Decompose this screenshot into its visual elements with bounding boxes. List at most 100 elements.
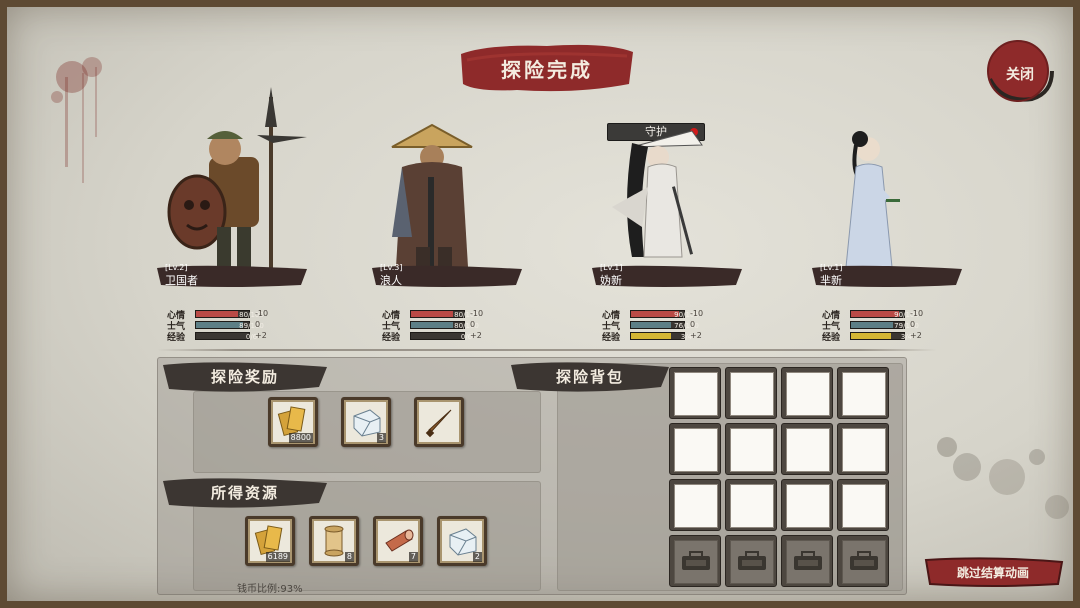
item-count: 3	[376, 433, 386, 443]
exp-bar: 0/6	[410, 332, 472, 341]
close-label: 关闭	[1006, 67, 1034, 83]
reward-item[interactable]: 8800	[268, 397, 318, 447]
stat-delta: +2	[690, 331, 702, 340]
resource-item[interactable]: 8	[309, 516, 359, 566]
swordswoman-figure	[607, 130, 717, 285]
bag-slot[interactable]	[669, 479, 721, 531]
stat-delta: 0	[470, 320, 476, 329]
bag-slot[interactable]	[669, 423, 721, 475]
stat-delta: 0	[255, 320, 261, 329]
locked-bag-slot[interactable]	[837, 535, 889, 587]
resource-item[interactable]: 2	[437, 516, 487, 566]
bag-slot[interactable]	[781, 423, 833, 475]
mood-bar: 90/100	[630, 310, 699, 319]
skip-label: 跳过结算动画	[956, 566, 1029, 580]
mood-stat: 心情 80/100 -10	[167, 309, 317, 321]
stat-delta: -10	[910, 309, 924, 318]
hero-name: 妫新	[600, 274, 622, 287]
stat-value: 0/6	[460, 333, 473, 341]
stat-delta: 0	[690, 320, 696, 329]
hero-card[interactable]: [Lv.1] 芈新 心情 90/100 -10 士气 79/100 0 经验 3…	[812, 87, 972, 347]
resources-title: 所得资源	[210, 484, 279, 502]
mood-bar: 80/100	[195, 310, 264, 319]
resource-item[interactable]: 7	[373, 516, 423, 566]
morale-stat: 士气 79/100 0	[822, 320, 972, 332]
morale-stat: 士气 76/100 0	[602, 320, 752, 332]
exp-bar: 3/4	[850, 332, 912, 341]
bag-slot[interactable]	[837, 479, 889, 531]
mood-bar: 80/100	[410, 310, 479, 319]
hero-nameplate: [Lv.1] 芈新	[812, 263, 962, 289]
hero-card[interactable]: [Lv.3] 浪人 心情 80/100 -10 士气 80/100 0 经验 0…	[372, 87, 532, 347]
stat-delta: -10	[690, 309, 704, 318]
bag-slot[interactable]	[725, 367, 777, 419]
resource-item[interactable]: 6189	[245, 516, 295, 566]
bag-slot[interactable]	[837, 423, 889, 475]
skip-animation-button[interactable]: 跳过结算动画	[922, 556, 1064, 588]
close-button[interactable]: 关闭	[982, 37, 1056, 107]
hero-name: 芈新	[820, 274, 842, 287]
stat-label: 经验	[602, 333, 621, 343]
bag-slot[interactable]	[781, 479, 833, 531]
item-count: 7	[408, 552, 418, 562]
stat-delta: 0	[910, 320, 916, 329]
coin-ratio: 钱币比例:93%	[237, 584, 303, 595]
locked-bag-slot[interactable]	[725, 535, 777, 587]
mood-stat: 心情 90/100 -10	[822, 309, 972, 321]
ronin-figure	[387, 123, 497, 285]
stat-value: 0/6	[245, 333, 258, 341]
lady-figure	[822, 131, 922, 285]
rewards-title: 探险奖励	[210, 368, 279, 386]
stat-value: 80/100	[239, 311, 264, 319]
stat-delta: -10	[255, 309, 269, 318]
stat-value: 80/100	[454, 322, 479, 330]
hero-card[interactable]: [Lv.1] 妫新 心情 90/100 -10 士气 76/100 0 经验 3…	[592, 87, 752, 347]
stat-value: 3/4	[680, 333, 693, 341]
stat-value: 90/100	[674, 311, 699, 319]
stat-delta: +2	[470, 331, 482, 340]
stat-delta: -10	[470, 309, 484, 318]
exp-stat: 经验 0/6 +2	[167, 331, 317, 343]
lock-icon	[738, 551, 766, 570]
hero-nameplate: [Lv.1] 妫新	[592, 263, 742, 289]
hero-name: 卫国者	[165, 274, 198, 287]
hero-level: [Lv.1]	[600, 263, 623, 272]
hero-nameplate: [Lv.2] 卫国者	[157, 263, 307, 289]
bag-title: 探险背包	[555, 368, 624, 386]
stat-delta: +2	[255, 331, 267, 340]
bag-heading: 探险背包	[507, 357, 673, 395]
page-title: 探险完成	[501, 58, 593, 82]
hero-level: [Lv.3]	[380, 263, 403, 272]
bag-slot[interactable]	[669, 367, 721, 419]
exp-stat: 经验 3/4 +2	[602, 331, 752, 343]
stat-value: 3/4	[900, 333, 913, 341]
stat-value: 90/100	[894, 311, 919, 319]
reward-item[interactable]	[414, 397, 464, 447]
reward-item[interactable]: 3	[341, 397, 391, 447]
exp-stat: 经验 0/6 +2	[382, 331, 532, 343]
hero-card[interactable]: [Lv.2] 卫国者 心情 80/100 -10 士气 89/100 0 经验 …	[157, 87, 317, 347]
exp-bar: 3/4	[630, 332, 692, 341]
ink-splash-decoration	[51, 57, 102, 183]
stat-value: 79/100	[894, 322, 919, 330]
stat-delta: +2	[910, 331, 922, 340]
hero-name: 浪人	[380, 274, 402, 287]
locked-bag-slot[interactable]	[781, 535, 833, 587]
item-count: 8800	[288, 433, 313, 443]
guardian-warrior-figure	[167, 87, 307, 285]
hero-level: [Lv.1]	[820, 263, 843, 272]
bag-slot[interactable]	[837, 367, 889, 419]
ink-splash-decoration	[937, 437, 1069, 519]
locked-bag-slot[interactable]	[669, 535, 721, 587]
stat-label: 经验	[167, 333, 186, 343]
stat-label: 经验	[382, 333, 401, 343]
bag-slot[interactable]	[725, 479, 777, 531]
section-divider	[157, 349, 937, 351]
bag-slot[interactable]	[725, 423, 777, 475]
morale-stat: 士气 80/100 0	[382, 320, 532, 332]
lock-icon	[682, 551, 710, 570]
morale-bar: 76/100	[630, 321, 699, 330]
game-window: 探险完成 关闭 [Lv.2] 卫国者 心情 80/100 -10 士气 89/1…	[0, 0, 1080, 608]
bag-slot[interactable]	[781, 367, 833, 419]
resources-heading: 所得资源	[159, 473, 331, 511]
